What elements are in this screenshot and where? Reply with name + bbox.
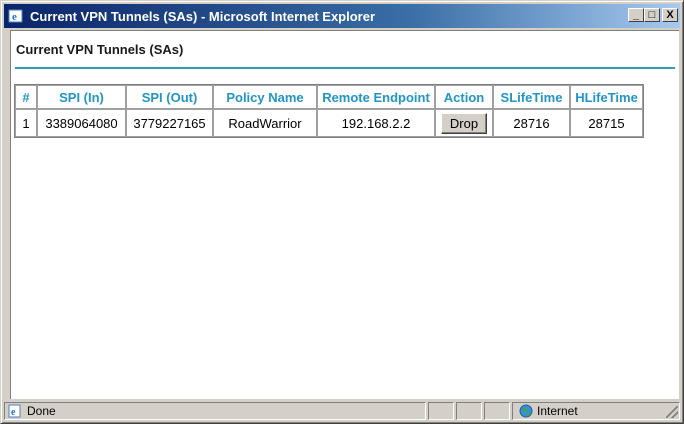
column-header-number: # [15, 85, 37, 109]
column-header-slifetime: SLifeTime [493, 85, 570, 109]
page-title: Current VPN Tunnels (SAs) [16, 42, 184, 57]
status-text: Done [27, 404, 56, 418]
column-header-policy-name: Policy Name [213, 85, 317, 109]
minimize-icon: _ [632, 8, 640, 21]
maximize-icon: □ [648, 8, 656, 21]
cell-spi-in: 3389064080 [37, 109, 126, 137]
title-bar[interactable]: e Current VPN Tunnels (SAs) - Microsoft … [4, 4, 680, 28]
cell-action: Drop [435, 109, 493, 137]
svg-text:e: e [12, 11, 17, 23]
browser-window: e Current VPN Tunnels (SAs) - Microsoft … [0, 0, 684, 424]
zone-text: Internet [537, 404, 578, 418]
table-header-row: # SPI (In) SPI (Out) Policy Name Remote … [15, 85, 643, 109]
column-header-spi-out: SPI (Out) [126, 85, 213, 109]
heading-divider [15, 67, 675, 69]
status-pane: e Done [4, 402, 426, 420]
window-title: Current VPN Tunnels (SAs) - Microsoft In… [30, 8, 376, 24]
status-bar: e Done Internet [4, 401, 680, 421]
column-header-action: Action [435, 85, 493, 109]
vpn-tunnels-table: # SPI (In) SPI (Out) Policy Name Remote … [14, 84, 644, 138]
column-header-hlifetime: HLifeTime [570, 85, 643, 109]
cell-hlifetime: 28715 [570, 109, 643, 137]
cell-spi-out: 3779227165 [126, 109, 213, 137]
svg-text:e: e [11, 407, 16, 418]
minimize-button[interactable]: _ [628, 8, 644, 22]
cell-remote-endpoint: 192.168.2.2 [317, 109, 435, 137]
maximize-button[interactable]: □ [644, 8, 660, 22]
status-cell-2 [456, 402, 482, 420]
status-cell-3 [484, 402, 510, 420]
cell-slifetime: 28716 [493, 109, 570, 137]
ie-icon: e [8, 8, 24, 24]
resize-grip[interactable] [666, 406, 678, 418]
drop-button[interactable]: Drop [440, 112, 488, 134]
security-zone[interactable]: Internet [512, 402, 680, 420]
table-row: 1 3389064080 3779227165 RoadWarrior 192.… [15, 109, 643, 137]
column-header-spi-in: SPI (In) [37, 85, 126, 109]
close-icon: X [666, 8, 674, 21]
status-cell-1 [428, 402, 454, 420]
column-header-remote-endpoint: Remote Endpoint [317, 85, 435, 109]
close-button[interactable]: X [662, 8, 678, 22]
globe-icon [519, 404, 533, 418]
window-controls: _ □ X [628, 8, 678, 22]
cell-policy-name: RoadWarrior [213, 109, 317, 137]
cell-number: 1 [15, 109, 37, 137]
ie-page-icon: e [8, 404, 22, 418]
